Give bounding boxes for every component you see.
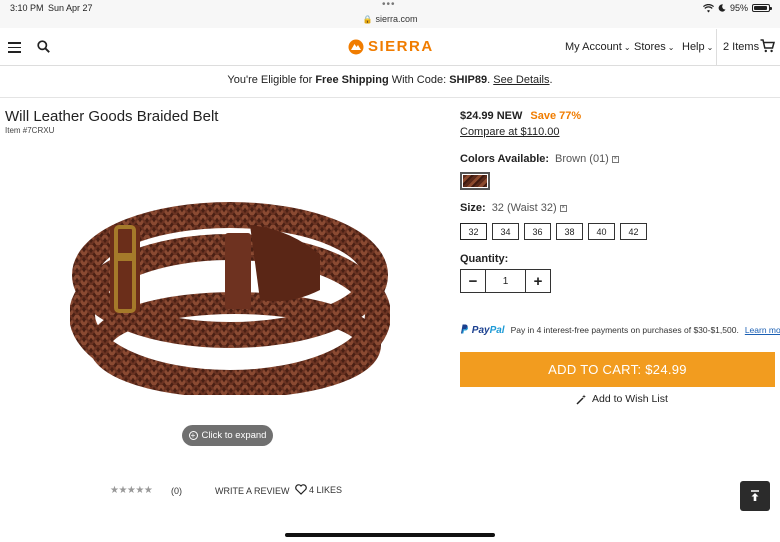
logo-text: SIERRA bbox=[368, 38, 434, 55]
colors-available: Colors Available: Brown (01) × bbox=[460, 153, 619, 165]
status-icons: 95% bbox=[702, 3, 772, 13]
size-value: 32 (Waist 32) bbox=[491, 202, 557, 214]
size-option[interactable]: 40 bbox=[588, 223, 615, 240]
review-count[interactable]: (0) bbox=[171, 486, 182, 496]
divider bbox=[0, 97, 780, 98]
size-option[interactable]: 38 bbox=[556, 223, 583, 240]
wand-icon bbox=[576, 394, 586, 405]
price: $24.99 NEW bbox=[460, 110, 523, 122]
quantity-label: Quantity: bbox=[460, 253, 508, 265]
size-label: Size: bbox=[460, 202, 486, 214]
expand-label: Click to expand bbox=[201, 430, 267, 441]
wifi-icon bbox=[702, 3, 714, 12]
quantity-stepper: − 1 + bbox=[460, 269, 551, 293]
nav-my-account-label: My Account bbox=[565, 41, 622, 53]
product-title: Will Leather Goods Braided Belt bbox=[5, 108, 219, 125]
nav-stores[interactable]: Stores ⌄ bbox=[634, 41, 675, 53]
multitask-dots[interactable]: ••• bbox=[382, 0, 396, 10]
plus-circle-icon: + bbox=[188, 431, 198, 440]
promo-prefix: You're Eligible for bbox=[227, 74, 316, 86]
add-to-wishlist-button[interactable]: Add to Wish List bbox=[576, 393, 668, 405]
save-percent: Save 77% bbox=[530, 110, 582, 122]
color-value: Brown (01) bbox=[555, 153, 609, 165]
write-review-link[interactable]: WRITE A REVIEW bbox=[215, 486, 290, 496]
battery-percent: 95% bbox=[729, 3, 748, 13]
nav-divider bbox=[716, 29, 717, 66]
product-image[interactable] bbox=[69, 195, 391, 398]
size-option[interactable]: 42 bbox=[620, 223, 647, 240]
reviews-row: ★★★★★ (0) WRITE A REVIEW 4 LIKES bbox=[110, 484, 342, 496]
status-time: 3:10 PM bbox=[10, 3, 44, 13]
chevron-down-icon: ⌄ bbox=[623, 43, 631, 52]
battery-icon bbox=[752, 4, 772, 12]
compare-at-price[interactable]: Compare at $110.00 bbox=[460, 126, 559, 138]
status-bar: 3:10 PM Sun Apr 27 ••• 🔒 sierra.com 95% bbox=[0, 0, 780, 28]
likes-label: 4 LIKES bbox=[309, 484, 343, 495]
wishlist-label: Add to Wish List bbox=[592, 393, 668, 405]
sierra-logo[interactable]: SIERRA bbox=[348, 38, 434, 55]
price-line: $24.99 NEW Save 77% bbox=[460, 110, 581, 122]
color-swatch-brown[interactable] bbox=[460, 172, 490, 190]
paypal-text: Pay in 4 interest-free payments on purch… bbox=[510, 325, 739, 335]
address-bar[interactable]: 🔒 sierra.com bbox=[0, 14, 780, 24]
url-text: sierra.com bbox=[375, 14, 418, 24]
likes-button[interactable]: 4 LIKES bbox=[295, 484, 342, 495]
add-to-cart-button[interactable]: ADD TO CART: $24.99 bbox=[460, 352, 775, 387]
menu-icon[interactable] bbox=[8, 42, 21, 53]
see-details-link[interactable]: See Details bbox=[493, 74, 549, 86]
size-option[interactable]: 34 bbox=[492, 223, 519, 240]
size-options: 32 34 36 38 40 42 bbox=[460, 223, 647, 240]
promo-middle: With Code: bbox=[388, 74, 450, 86]
learn-more-link[interactable]: Learn more bbox=[745, 325, 780, 335]
size-option[interactable]: 32 bbox=[460, 223, 487, 240]
quantity-label-text: Quantity: bbox=[460, 253, 509, 265]
chevron-down-icon: ⌄ bbox=[706, 43, 714, 52]
back-to-top-button[interactable] bbox=[740, 481, 770, 511]
nav-my-account[interactable]: My Account ⌄ bbox=[565, 41, 631, 53]
cart-icon[interactable] bbox=[760, 39, 775, 53]
quantity-input[interactable]: 1 bbox=[485, 270, 526, 292]
close-icon[interactable]: × bbox=[611, 155, 619, 163]
promo-end: . bbox=[549, 74, 553, 86]
item-number: Item #7CRXU bbox=[5, 126, 55, 135]
heart-icon bbox=[295, 484, 307, 495]
quantity-decrease-button[interactable]: − bbox=[461, 270, 485, 292]
star-rating[interactable]: ★★★★★ bbox=[110, 485, 153, 496]
moon-icon bbox=[718, 4, 726, 12]
click-to-expand-button[interactable]: + Click to expand bbox=[182, 425, 273, 446]
sierra-logo-mark-icon bbox=[348, 39, 364, 54]
promo-banner: You're Eligible for Free Shipping With C… bbox=[0, 74, 780, 86]
search-icon[interactable] bbox=[37, 40, 50, 53]
close-icon[interactable]: × bbox=[559, 204, 567, 212]
lock-icon: 🔒 bbox=[362, 15, 373, 24]
arrow-up-icon bbox=[751, 490, 759, 501]
size-option[interactable]: 36 bbox=[524, 223, 551, 240]
chevron-down-icon: ⌄ bbox=[667, 43, 675, 52]
size-selection: Size: 32 (Waist 32) × bbox=[460, 202, 567, 214]
cart-count[interactable]: 2 Items bbox=[723, 41, 759, 53]
quantity-increase-button[interactable]: + bbox=[526, 270, 550, 292]
paypal-logo-icon: PayPal bbox=[460, 324, 505, 336]
paypal-message: PayPal Pay in 4 interest-free payments o… bbox=[460, 324, 780, 336]
colors-label: Colors Available: bbox=[460, 153, 550, 165]
nav-help[interactable]: Help ⌄ bbox=[682, 41, 713, 53]
promo-code: SHIP89 bbox=[449, 74, 488, 86]
nav-help-label: Help bbox=[682, 41, 705, 53]
belt-image bbox=[69, 202, 391, 398]
site-header: SIERRA My Account ⌄ Stores ⌄ Help ⌄ 2 Items bbox=[0, 29, 780, 66]
status-date: Sun Apr 27 bbox=[48, 3, 93, 13]
home-indicator[interactable] bbox=[285, 533, 495, 537]
nav-stores-label: Stores bbox=[634, 41, 666, 53]
promo-free-shipping: Free Shipping bbox=[315, 74, 389, 86]
